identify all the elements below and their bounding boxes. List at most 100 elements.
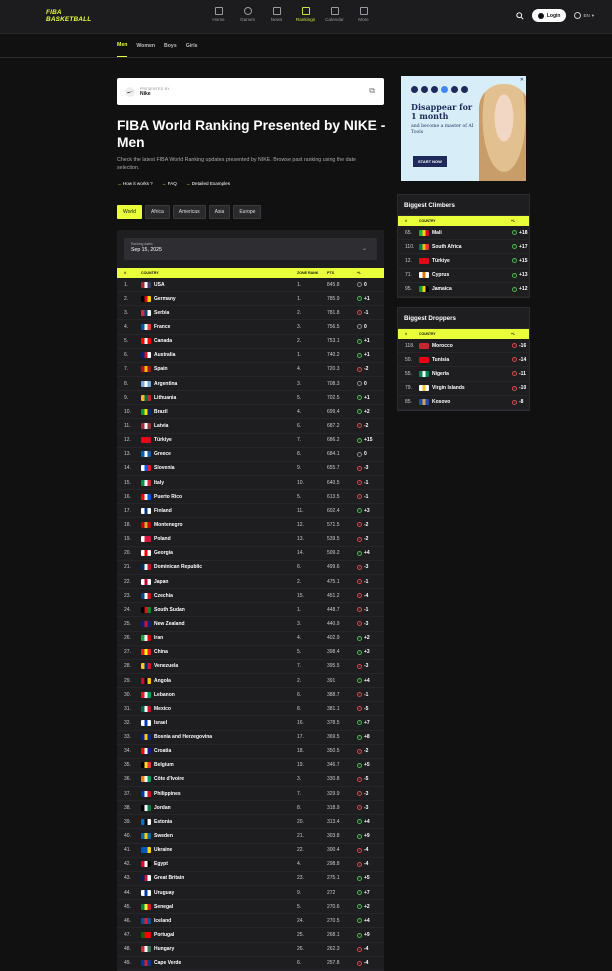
table-row[interactable]: 30. Lebanon 6. 388.7 ↓ -1 xyxy=(117,688,384,703)
country-cell[interactable]: Türkiye xyxy=(154,437,297,443)
ad-cta-button[interactable]: START NOW xyxy=(413,156,447,167)
table-row[interactable]: 7. Spain 4. 720.3 ↓ -2 xyxy=(117,363,384,377)
table-row[interactable]: 32. Israel 16. 378.5 ↑ +7 xyxy=(117,716,384,731)
country-cell[interactable]: Nigeria xyxy=(432,371,512,377)
climber-row[interactable]: 12. Türkiye ↑ +15 xyxy=(398,254,529,269)
country-cell[interactable]: China xyxy=(154,649,297,655)
table-row[interactable]: 45. Senegal 5. 270.6 ↑ +2 xyxy=(117,900,384,915)
country-cell[interactable]: Brazil xyxy=(154,409,297,415)
country-cell[interactable]: Germany xyxy=(154,296,297,302)
date-selector[interactable]: Ranking dates Sep 15, 2025 ⌄ xyxy=(124,238,377,260)
table-row[interactable]: 6. Australia 1. 740.2 ↑ +1 xyxy=(117,349,384,363)
region-tab-americas[interactable]: Americas xyxy=(172,205,206,219)
table-row[interactable]: 43. Great Britain 23. 275.1 ↑ +5 xyxy=(117,872,384,887)
country-cell[interactable]: Latvia xyxy=(154,423,297,429)
climber-row[interactable]: 110. South Africa ↑ +17 xyxy=(398,240,529,255)
table-row[interactable]: 46. Iceland 24. 270.5 ↑ +4 xyxy=(117,914,384,929)
country-cell[interactable]: Italy xyxy=(154,480,297,486)
region-tab-asia[interactable]: Asia xyxy=(208,205,231,219)
country-cell[interactable]: Puerto Rico xyxy=(154,494,297,500)
country-cell[interactable]: Portugal xyxy=(154,932,297,938)
table-row[interactable]: 48. Hungary 26. 262.3 ↓ -4 xyxy=(117,943,384,957)
country-cell[interactable]: Croatia xyxy=(154,748,297,754)
table-row[interactable]: 16. Puerto Rico 5. 613.5 ↓ -1 xyxy=(117,490,384,505)
table-row[interactable]: 11. Latvia 6. 687.2 ↓ -2 xyxy=(117,419,384,434)
table-row[interactable]: 8. Argentina 3. 708.3 0 xyxy=(117,377,384,392)
country-cell[interactable]: Australia xyxy=(154,352,297,358)
help-link[interactable]: → How it works ? xyxy=(117,181,153,186)
country-cell[interactable]: Hungary xyxy=(154,946,297,952)
table-row[interactable]: 15. Italy 10. 640.5 ↓ -1 xyxy=(117,476,384,491)
table-row[interactable]: 38. Jordan 8. 318.9 ↓ -3 xyxy=(117,801,384,816)
country-cell[interactable]: Virgin Islands xyxy=(432,385,512,391)
country-cell[interactable]: USA xyxy=(154,282,297,288)
table-row[interactable]: 33. Bosnia and Herzegovina 17. 369.5 ↑ +8 xyxy=(117,731,384,745)
country-cell[interactable]: South Africa xyxy=(432,244,512,250)
table-row[interactable]: 14. Slovenia 9. 655.7 ↓ -3 xyxy=(117,462,384,476)
country-cell[interactable]: Tunisia xyxy=(432,357,512,363)
help-link[interactable]: → FAQ xyxy=(162,181,177,186)
country-cell[interactable]: Belgium xyxy=(154,762,297,768)
table-row[interactable]: 18. Montenegro 12. 571.5 ↓ -2 xyxy=(117,518,384,533)
dropper-row[interactable]: 118. Morocco ↓ -16 xyxy=(398,339,529,354)
table-row[interactable]: 34. Croatia 18. 350.5 ↓ -2 xyxy=(117,745,384,759)
table-row[interactable]: 27. China 5. 398.4 ↑ +3 xyxy=(117,646,384,660)
table-row[interactable]: 23. Czechia 15. 451.2 ↓ -4 xyxy=(117,589,384,604)
climber-row[interactable]: 95. Jamaica ↑ +12 xyxy=(398,283,529,297)
country-cell[interactable]: Spain xyxy=(154,366,297,372)
table-row[interactable]: 5. Canada 2. 753.1 ↑ +1 xyxy=(117,335,384,349)
country-cell[interactable]: Lebanon xyxy=(154,692,297,698)
ad-close-icon[interactable]: ✕ xyxy=(520,77,524,83)
country-cell[interactable]: Montenegro xyxy=(154,522,297,528)
table-row[interactable]: 19. Poland 13. 539.5 ↓ -2 xyxy=(117,533,384,547)
table-row[interactable]: 49. Cape Verde 6. 257.8 ↓ -4 xyxy=(117,957,384,971)
table-row[interactable]: 47. Portugal 25. 268.1 ↑ +9 xyxy=(117,928,384,943)
country-cell[interactable]: Canada xyxy=(154,338,297,344)
table-row[interactable]: 17. Finland 11. 602.4 ↑ +3 xyxy=(117,504,384,519)
nav-item-calendar[interactable]: Calendar xyxy=(320,7,349,22)
table-row[interactable]: 9. Lithuania 5. 702.5 ↑ +1 xyxy=(117,391,384,406)
country-cell[interactable]: Argentina xyxy=(154,381,297,387)
country-cell[interactable]: Lithuania xyxy=(154,395,297,401)
language-selector[interactable]: EN ▾ xyxy=(574,12,594,19)
country-cell[interactable]: New Zealand xyxy=(154,621,297,627)
country-cell[interactable]: Serbia xyxy=(154,310,297,316)
dropper-row[interactable]: 55. Nigeria ↓ -11 xyxy=(398,367,529,382)
country-cell[interactable]: Ukraine xyxy=(154,847,297,853)
region-tab-world[interactable]: World xyxy=(117,205,142,219)
country-cell[interactable]: Dominican Republic xyxy=(154,564,297,570)
table-row[interactable]: 25. New Zealand 3. 440.9 ↓ -3 xyxy=(117,617,384,632)
country-cell[interactable]: Morocco xyxy=(432,343,512,349)
country-cell[interactable]: Jamaica xyxy=(432,286,512,292)
tab-girls[interactable]: Girls xyxy=(186,43,198,57)
country-cell[interactable]: Slovenia xyxy=(154,465,297,471)
country-cell[interactable]: Venezuela xyxy=(154,663,297,669)
nav-item-games[interactable]: Games xyxy=(233,7,262,22)
region-tab-europe[interactable]: Europe xyxy=(233,205,262,219)
country-cell[interactable]: Iran xyxy=(154,635,297,641)
country-cell[interactable]: Cape Verde xyxy=(154,960,297,966)
country-cell[interactable]: Sweden xyxy=(154,833,297,839)
country-cell[interactable]: Finland xyxy=(154,508,297,514)
tab-boys[interactable]: Boys xyxy=(164,43,177,57)
country-cell[interactable]: Mali xyxy=(432,230,512,236)
table-row[interactable]: 4. France 3. 756.5 0 xyxy=(117,320,384,335)
country-cell[interactable]: Georgia xyxy=(154,550,297,556)
table-row[interactable]: 2. Germany 1. 785.9 ↑ +1 xyxy=(117,292,384,307)
table-row[interactable]: 40. Sweden 21. 303.8 ↑ +9 xyxy=(117,829,384,844)
country-cell[interactable]: Iceland xyxy=(154,918,297,924)
table-row[interactable]: 26. Iran 4. 402.9 ↑ +2 xyxy=(117,632,384,646)
nav-item-more[interactable]: More xyxy=(349,7,378,22)
table-row[interactable]: 42. Egypt 4. 298.8 ↓ -4 xyxy=(117,858,384,872)
climber-row[interactable]: 65. Mali ↑ +18 xyxy=(398,226,529,241)
country-cell[interactable]: Poland xyxy=(154,536,297,542)
country-cell[interactable]: Czechia xyxy=(154,593,297,599)
table-row[interactable]: 24. South Sudan 1. 448.7 ↓ -1 xyxy=(117,603,384,618)
country-cell[interactable]: South Sudan xyxy=(154,607,297,613)
table-row[interactable]: 22. Japan 2. 475.1 ↓ -1 xyxy=(117,575,384,590)
external-link-icon[interactable]: ⧉ xyxy=(369,86,375,96)
table-row[interactable]: 36. Côte d'Ivoire 3. 330.8 ↓ -5 xyxy=(117,773,384,788)
table-row[interactable]: 1. USA 1. 845.8 0 xyxy=(117,278,384,293)
country-cell[interactable]: Türkiye xyxy=(432,258,512,264)
country-cell[interactable]: Estonia xyxy=(154,819,297,825)
